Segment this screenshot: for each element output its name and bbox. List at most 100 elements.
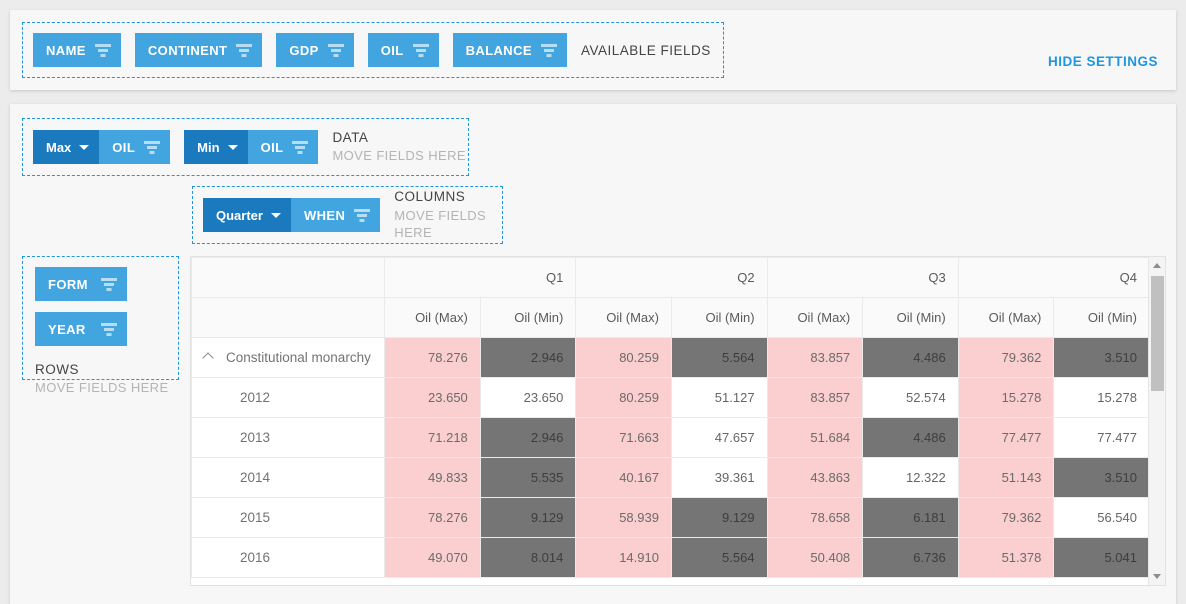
data-cell[interactable]: 77.477 bbox=[957, 417, 1055, 458]
data-cell[interactable]: 78.276 bbox=[384, 497, 481, 538]
data-cell[interactable]: 40.167 bbox=[575, 457, 672, 498]
data-dropzone[interactable]: Max OIL Min OIL DATA MOVE FIELDS HERE bbox=[22, 118, 469, 176]
filter-icon[interactable] bbox=[292, 140, 309, 154]
data-cell[interactable]: 3.510 bbox=[1053, 337, 1148, 378]
row-header-year[interactable]: 2014 bbox=[191, 457, 386, 498]
field-chip-oil[interactable]: OIL bbox=[367, 33, 439, 67]
data-cell[interactable]: 49.833 bbox=[384, 457, 481, 498]
row-header-year[interactable]: 2015 bbox=[191, 497, 386, 538]
column-header-measure[interactable]: Oil (Max) bbox=[384, 297, 481, 338]
data-cell[interactable]: 78.276 bbox=[384, 337, 481, 378]
aggregation-selector[interactable]: Quarter bbox=[203, 198, 291, 232]
column-header-quarter[interactable]: Q3 bbox=[766, 257, 959, 298]
available-fields-dropzone[interactable]: NAME CONTINENT GDP OIL BALANCE AVAILABLE FIE… bbox=[22, 22, 724, 78]
data-cell[interactable]: 4.486 bbox=[862, 337, 959, 378]
row-header-year[interactable]: 2012 bbox=[191, 377, 386, 418]
filter-icon[interactable] bbox=[327, 43, 344, 57]
data-cell[interactable]: 78.658 bbox=[766, 497, 864, 538]
rows-dropzone[interactable]: FORM YEAR ROWS MOVE FIELDS HERE bbox=[22, 256, 179, 395]
field-chip-gdp[interactable]: GDP bbox=[276, 33, 354, 67]
data-cell[interactable]: 14.910 bbox=[575, 537, 672, 578]
chevron-down-icon[interactable] bbox=[79, 144, 90, 150]
data-cell[interactable]: 5.564 bbox=[670, 337, 768, 378]
scroll-up-arrow-icon[interactable] bbox=[1149, 257, 1165, 274]
filter-icon[interactable] bbox=[101, 277, 117, 291]
column-header-measure[interactable]: Oil (Min) bbox=[670, 297, 768, 338]
columns-dropzone[interactable]: Quarter WHEN COLUMNS MOVE FIELDS HERE bbox=[192, 186, 503, 244]
grid-vertical-scrollbar[interactable] bbox=[1148, 257, 1165, 585]
data-cell[interactable]: 71.218 bbox=[384, 417, 481, 458]
data-cell[interactable]: 58.939 bbox=[575, 497, 672, 538]
data-cell[interactable]: 6.181 bbox=[862, 497, 959, 538]
data-cell[interactable]: 83.857 bbox=[766, 337, 864, 378]
data-cell[interactable]: 51.127 bbox=[670, 377, 768, 418]
data-cell[interactable]: 39.361 bbox=[670, 457, 768, 498]
column-header-measure[interactable]: Oil (Min) bbox=[862, 297, 959, 338]
aggregation-selector[interactable]: Min bbox=[184, 130, 248, 164]
field-chip-name[interactable]: NAME bbox=[33, 33, 121, 67]
filter-icon[interactable] bbox=[94, 43, 111, 57]
field-chip-year[interactable]: YEAR bbox=[35, 312, 127, 346]
filter-icon[interactable] bbox=[144, 140, 161, 154]
data-cell[interactable]: 9.129 bbox=[670, 497, 768, 538]
row-header-year[interactable]: 2016 bbox=[191, 537, 386, 578]
data-cell[interactable]: 4.486 bbox=[862, 417, 959, 458]
data-cell[interactable]: 80.259 bbox=[575, 377, 672, 418]
column-header-measure[interactable]: Oil (Max) bbox=[766, 297, 864, 338]
data-cell[interactable]: 51.684 bbox=[766, 417, 864, 458]
data-cell[interactable]: 49.070 bbox=[384, 537, 481, 578]
data-cell[interactable]: 5.535 bbox=[479, 457, 577, 498]
field-chip-form[interactable]: FORM bbox=[35, 267, 127, 301]
data-cell[interactable]: 2.946 bbox=[479, 337, 577, 378]
row-header-group[interactable]: Constitutional monarchy bbox=[191, 337, 386, 378]
measure-chip-max-oil[interactable]: Max OIL bbox=[33, 130, 171, 164]
data-cell[interactable]: 79.362 bbox=[957, 497, 1055, 538]
data-cell[interactable]: 50.408 bbox=[766, 537, 864, 578]
column-header-measure[interactable]: Oil (Max) bbox=[575, 297, 672, 338]
data-cell[interactable]: 47.657 bbox=[670, 417, 768, 458]
data-cell[interactable]: 8.014 bbox=[479, 537, 577, 578]
filter-icon[interactable] bbox=[101, 322, 117, 336]
measure-chip-min-oil[interactable]: Min OIL bbox=[184, 130, 319, 164]
data-cell[interactable]: 52.574 bbox=[862, 377, 959, 418]
filter-icon[interactable] bbox=[354, 208, 371, 222]
column-header-measure[interactable]: Oil (Min) bbox=[479, 297, 577, 338]
data-cell[interactable]: 9.129 bbox=[479, 497, 577, 538]
data-cell[interactable]: 51.143 bbox=[957, 457, 1055, 498]
field-chip-oil[interactable]: OIL bbox=[99, 130, 171, 164]
column-header-quarter[interactable]: Q2 bbox=[575, 257, 768, 298]
hide-settings-button[interactable]: HIDE SETTINGS bbox=[1048, 54, 1158, 69]
field-chip-oil[interactable]: OIL bbox=[247, 130, 319, 164]
data-cell[interactable]: 15.278 bbox=[957, 377, 1055, 418]
data-cell[interactable]: 6.736 bbox=[862, 537, 959, 578]
data-cell[interactable]: 83.857 bbox=[766, 377, 864, 418]
data-cell[interactable]: 2.946 bbox=[479, 417, 577, 458]
filter-icon[interactable] bbox=[236, 43, 253, 57]
filter-icon[interactable] bbox=[412, 43, 429, 57]
field-chip-continent[interactable]: CONTINENT bbox=[134, 33, 263, 67]
measure-chip-quarter-when[interactable]: Quarter WHEN bbox=[203, 198, 381, 232]
data-cell[interactable]: 23.650 bbox=[479, 377, 577, 418]
field-chip-when[interactable]: WHEN bbox=[290, 198, 381, 232]
aggregation-selector[interactable]: Max bbox=[33, 130, 100, 164]
data-cell[interactable]: 3.510 bbox=[1053, 457, 1148, 498]
data-cell[interactable]: 12.322 bbox=[862, 457, 959, 498]
chevron-up-icon[interactable] bbox=[204, 353, 215, 360]
scroll-down-arrow-icon[interactable] bbox=[1149, 568, 1165, 585]
data-cell[interactable]: 5.564 bbox=[670, 537, 768, 578]
scrollbar-thumb[interactable] bbox=[1151, 276, 1164, 391]
data-cell[interactable]: 56.540 bbox=[1053, 497, 1148, 538]
filter-icon[interactable] bbox=[540, 43, 557, 57]
data-cell[interactable]: 23.650 bbox=[384, 377, 481, 418]
row-header-year[interactable]: 2013 bbox=[191, 417, 386, 458]
data-cell[interactable]: 5.041 bbox=[1053, 537, 1148, 578]
field-chip-balance[interactable]: BALANCE bbox=[452, 33, 567, 67]
chevron-down-icon[interactable] bbox=[270, 212, 281, 218]
chevron-down-icon[interactable] bbox=[227, 144, 238, 150]
data-cell[interactable]: 15.278 bbox=[1053, 377, 1148, 418]
data-cell[interactable]: 71.663 bbox=[575, 417, 672, 458]
column-header-measure[interactable]: Oil (Max) bbox=[957, 297, 1055, 338]
column-header-measure[interactable]: Oil (Min) bbox=[1053, 297, 1148, 338]
data-cell[interactable]: 79.362 bbox=[957, 337, 1055, 378]
data-cell[interactable]: 77.477 bbox=[1053, 417, 1148, 458]
